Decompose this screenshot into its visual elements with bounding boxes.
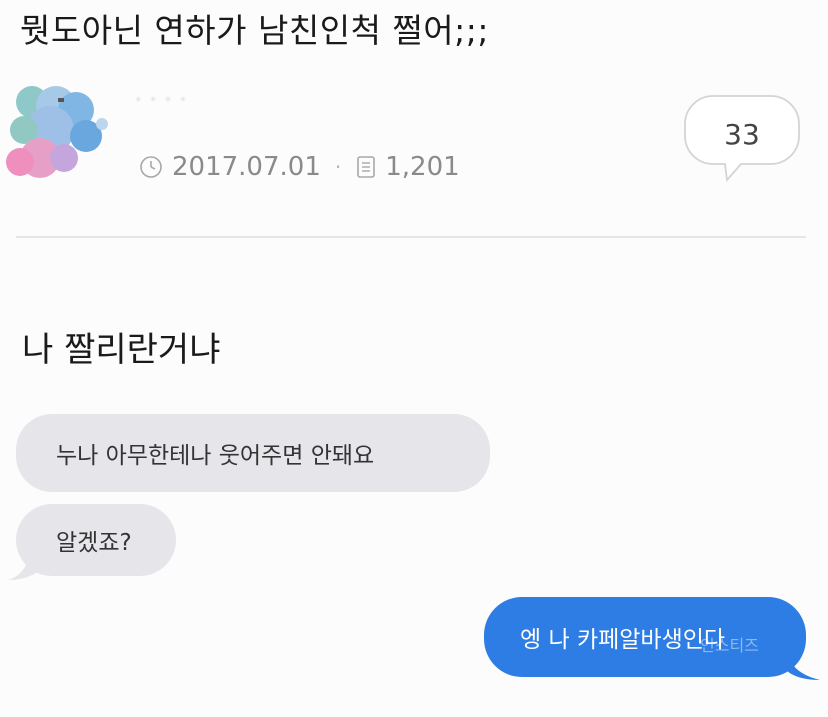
- view-count: 1,201: [385, 152, 460, 182]
- message-text: 알겠죠?: [56, 530, 132, 556]
- post-body-text: 나 짤리란거냐: [22, 330, 221, 370]
- message-text: 엥 나 카페알바생인다: [520, 627, 726, 653]
- document-icon: [357, 156, 376, 178]
- clock-icon: [140, 156, 162, 178]
- watermark: 인스티즈: [700, 636, 759, 655]
- post-screen: 뭣도아닌 연하가 남친인척 쩔어;;; · · · · 2017.07.01 ·: [0, 0, 828, 717]
- comment-count-button[interactable]: 33: [683, 94, 801, 184]
- post-meta: 2017.07.01 · 1,201: [138, 152, 460, 182]
- message-text: 누나 아무한테나 웃어주면 안돼요: [56, 443, 375, 469]
- post-date: 2017.07.01: [172, 152, 321, 182]
- divider: [16, 236, 806, 238]
- author-name[interactable]: · · · ·: [136, 92, 188, 108]
- incoming-message: 알겠죠?: [16, 504, 176, 576]
- comment-count: 33: [724, 118, 760, 151]
- post-title: 뭣도아닌 연하가 남친인척 쩔어;;;: [20, 11, 490, 50]
- incoming-message: 누나 아무한테나 웃어주면 안돼요: [16, 414, 490, 492]
- avatar[interactable]: [4, 80, 124, 190]
- meta-separator: ·: [334, 155, 342, 179]
